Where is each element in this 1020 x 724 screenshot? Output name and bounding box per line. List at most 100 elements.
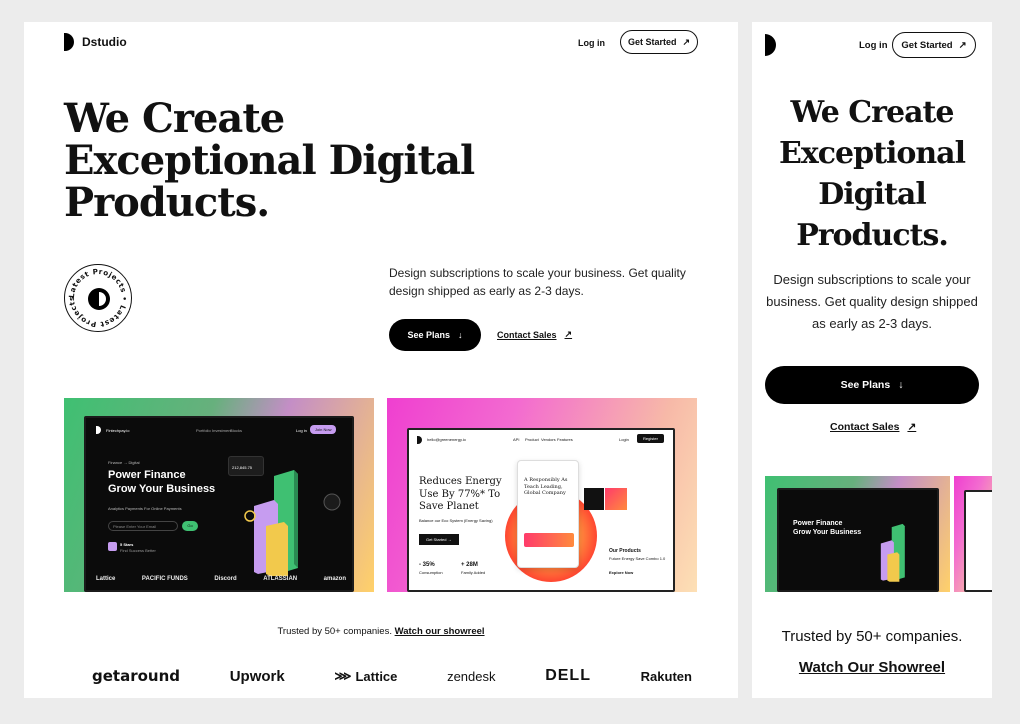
energy-card-title: A Responsibly As Teach Leading, Global C… — [524, 477, 567, 497]
energy-color-thumb — [605, 488, 627, 510]
finance-partner-logo: Discord — [214, 576, 237, 582]
energy-screen: hello@greenenergy.io API Product Vendors… — [407, 428, 675, 592]
company-logo: ⋙ Lattice — [334, 669, 397, 684]
brand-name: Dstudio — [82, 35, 127, 49]
energy-products-title: Our Products — [609, 548, 641, 554]
brand-logo[interactable]: Dstudio — [64, 33, 127, 51]
finance-breadcrumb: Finance → Digital — [108, 460, 140, 465]
desktop-page: Dstudio Log in Get Started ↗ We Create E… — [24, 22, 738, 698]
company-logo: getaround — [92, 667, 181, 685]
finance-logo-icon — [96, 426, 101, 434]
finance-partner-logo: PACIFIC FUNDS — [141, 576, 188, 582]
mobile-project-card-finance[interactable]: Power Finance Grow Your Business — [765, 476, 950, 592]
arrow-down-icon: ↓ — [458, 330, 463, 340]
finance-title-line: Grow Your Business — [108, 482, 216, 495]
company-logo: Upwork — [229, 667, 285, 685]
watch-showreel-link[interactable]: Watch our showreel — [395, 626, 485, 637]
finance-partner-logo: amazon — [323, 576, 346, 582]
arrow-down-icon: ↓ — [898, 379, 904, 391]
energy-card-title-line: A Responsibly As — [524, 477, 568, 483]
energy-nav-item: API — [513, 437, 520, 442]
finance-brand: Fintechpay.io — [106, 428, 130, 433]
contact-sales-label: Contact Sales — [830, 421, 900, 433]
hero-title-line: Products. — [796, 218, 949, 254]
energy-nav-item: Vendors — [541, 437, 556, 442]
mobile-page: Log in Get Started ↗ We Create Exception… — [752, 22, 992, 698]
hero-title-line: Exceptional Digital — [64, 137, 475, 184]
finance-logo-row: Lattice PACIFIC FUNDS Discord ATLASSIAN … — [96, 576, 346, 582]
mobile-energy-screen — [964, 490, 992, 592]
finance-rating: 5 Stars — [120, 542, 134, 547]
see-plans-button[interactable]: See Plans ↓ — [389, 319, 481, 351]
contact-sales-link[interactable]: Contact Sales ↗ — [497, 329, 572, 340]
mobile-finance-title: Power Finance Grow Your Business — [793, 520, 861, 538]
finance-3d-bars-illustration — [244, 470, 341, 576]
lattice-mark-icon: ⋙ — [334, 669, 352, 683]
login-link[interactable]: Log in — [578, 38, 605, 48]
arrow-up-right-icon: ↗ — [958, 39, 967, 51]
energy-title-line: Save Planet — [419, 501, 479, 512]
logo-mark-icon — [765, 34, 776, 56]
mobile-see-plans-button[interactable]: See Plans ↓ — [765, 366, 979, 404]
hero-title-line: We Create — [64, 95, 285, 142]
mobile-project-card-energy[interactable] — [954, 476, 992, 592]
mobile-finance-bars-illustration — [880, 523, 905, 582]
project-card-finance[interactable]: Fintechpay.io Portfolio Investment Stock… — [64, 398, 374, 592]
star-icon — [108, 542, 117, 551]
mobile-contact-sales-link[interactable]: Contact Sales ↗ — [830, 421, 916, 433]
company-logo: DELL — [545, 667, 591, 684]
finance-partner-logo: ATLASSIAN — [263, 576, 298, 582]
mobile-brand-logo[interactable] — [765, 34, 776, 56]
energy-phone-card: A Responsibly As Teach Leading, Global C… — [517, 460, 579, 568]
mobile-get-started-button[interactable]: Get Started ↗ — [892, 32, 976, 58]
energy-stat-label: Family Added — [461, 570, 486, 575]
mobile-finance-screen: Power Finance Grow Your Business — [777, 488, 939, 592]
energy-stat-label: Consumption — [419, 570, 443, 575]
energy-title: Reduces Energy Use By 77%* To Save Plane… — [419, 476, 502, 514]
energy-get-started-button: Get Started → — [419, 534, 459, 545]
company-logo-label: Lattice — [355, 668, 398, 684]
hero-title-line: We Create — [790, 95, 955, 130]
get-started-button[interactable]: Get Started ↗ — [620, 30, 698, 54]
energy-card-graphic — [524, 533, 574, 547]
finance-go-button: Go — [182, 521, 198, 531]
contact-sales-label: Contact Sales — [497, 329, 557, 340]
energy-nav-item: Features — [557, 437, 573, 442]
energy-explore-link: Explore Now — [609, 570, 634, 575]
mobile-hero-title: We Create Exceptional Digital Products. — [752, 92, 992, 256]
hero-title-line: Exceptional — [779, 136, 966, 172]
see-plans-label: See Plans — [840, 379, 891, 391]
mobile-hero-subtitle: Design subscriptions to scale your busin… — [766, 272, 978, 332]
arrow-up-right-icon: ↗ — [907, 421, 917, 433]
latest-projects-badge[interactable]: Latest Projects • Latest Projects • — [64, 264, 132, 332]
get-started-label: Get Started — [901, 39, 953, 51]
energy-card-title-line: Global Company — [524, 490, 566, 496]
arrow-up-right-icon: ↗ — [682, 36, 691, 47]
company-logo-row: getaround Upwork ⋙ Lattice zendesk DELL … — [92, 667, 692, 685]
hero-subtitle: Design subscriptions to scale your busin… — [389, 266, 686, 298]
mobile-login-link[interactable]: Log in — [859, 40, 888, 51]
energy-email: hello@greenenergy.io — [427, 437, 466, 442]
finance-title-line: Power Finance — [108, 469, 186, 481]
energy-register-button: Register — [637, 434, 664, 443]
company-logo: Rakuten — [640, 668, 692, 684]
energy-stat-value: + 28M — [461, 562, 478, 568]
get-started-label: Get Started — [627, 37, 677, 47]
finance-nav-item: Portfolio — [196, 428, 211, 433]
finance-title-line: Power Finance — [793, 520, 843, 527]
mobile-trusted-link-wrap: Watch Our Showreel — [752, 659, 992, 676]
finance-title: Power Finance Grow Your Business — [108, 469, 215, 497]
energy-dark-thumb — [584, 488, 604, 510]
energy-subtitle: Balance our Eco System (Energy Saving) — [419, 518, 493, 523]
finance-partner-logo: Lattice — [96, 576, 116, 582]
arrow-up-right-icon: ↗ — [564, 329, 573, 339]
energy-products-sub: Future Energy Save Combo 1.0 — [609, 556, 666, 561]
energy-nav-item: Product — [525, 437, 539, 442]
hero-title-line: Digital — [818, 177, 926, 213]
energy-stat-value: - 35% — [419, 562, 435, 568]
finance-nav-item: Stocks — [230, 428, 243, 433]
trusted-line: Trusted by 50+ companies. Watch our show… — [24, 626, 738, 637]
project-card-energy[interactable]: hello@greenenergy.io API Product Vendors… — [387, 398, 697, 592]
mobile-watch-showreel-link[interactable]: Watch Our Showreel — [799, 659, 945, 676]
energy-logo-icon — [417, 436, 422, 444]
